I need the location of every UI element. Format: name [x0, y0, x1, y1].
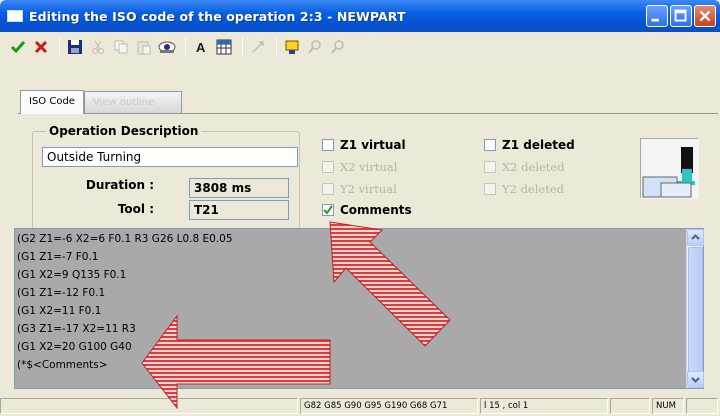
chevron-up-icon: [691, 234, 700, 240]
z1-virtual-checkbox[interactable]: Z1 virtual: [322, 138, 406, 152]
toolbar-separator: [276, 38, 277, 56]
table-icon[interactable]: [214, 36, 234, 58]
toolbar-separator: [59, 38, 60, 56]
comments-checkbox[interactable]: Comments: [322, 203, 412, 217]
duration-label: Duration :: [85, 178, 154, 192]
scroll-down-button[interactable]: [687, 371, 704, 388]
status-empty: [0, 398, 298, 414]
iso-code-editor[interactable]: (G2 Z1=-6 X2=6 F0.1 R3 G26 L0.8 E0.05 (G…: [14, 228, 704, 389]
code-line: (G1 X2=11 F0.1: [17, 305, 102, 317]
chevron-down-icon: [691, 377, 700, 383]
toolbar: A: [0, 32, 720, 62]
z1-deleted-checkbox[interactable]: Z1 deleted: [484, 138, 575, 152]
tab-view-outline[interactable]: View outline: [83, 91, 182, 113]
bulb-icon[interactable]: [282, 36, 302, 58]
toolbar-separator: [185, 38, 186, 56]
find-next-icon[interactable]: [328, 36, 348, 58]
turning-tool-icon: [640, 138, 699, 199]
editor-window: Editing the ISO code of the operation 2:…: [0, 0, 720, 416]
check-icon[interactable]: [8, 36, 28, 58]
status-blank-2: [686, 398, 718, 414]
copy-icon[interactable]: [111, 36, 131, 58]
status-bar: G82 G85 G90 G95 G190 G68 G71 l 15 , col …: [0, 396, 720, 416]
scroll-thumb[interactable]: [688, 247, 703, 373]
x2-deleted-box: [484, 161, 496, 173]
status-gcodes: G82 G85 G90 G95 G190 G68 G71: [300, 398, 478, 414]
y2-virtual-label: Y2 virtual: [340, 182, 397, 196]
tab-iso-code[interactable]: ISO Code: [20, 90, 84, 114]
window-title: Editing the ISO code of the operation 2:…: [29, 8, 406, 24]
checkmark-icon: [323, 205, 333, 215]
minimize-icon: [651, 18, 659, 22]
x2-virtual-label: X2 virtual: [340, 160, 398, 174]
maximize-icon: [674, 9, 687, 22]
toolbar-separator: [242, 38, 243, 56]
save-icon[interactable]: [65, 36, 85, 58]
scroll-up-button[interactable]: [687, 229, 704, 246]
code-line: (G1 Z1=-12 F0.1: [17, 287, 106, 299]
y2-virtual-box: [322, 183, 334, 195]
code-line: (G1 X2=20 G100 G40: [17, 341, 132, 353]
title-bar[interactable]: Editing the ISO code of the operation 2:…: [0, 0, 720, 32]
tool-field[interactable]: T21: [189, 200, 289, 220]
x2-deleted-label: X2 deleted: [502, 160, 565, 174]
code-line: (G1 X2=9 Q135 F0.1: [17, 269, 127, 281]
code-line: (*$<Comments>: [17, 359, 108, 371]
x2-deleted-checkbox: X2 deleted: [484, 160, 565, 174]
close-icon: [699, 10, 711, 22]
y2-virtual-checkbox: Y2 virtual: [322, 182, 397, 196]
close-button[interactable]: [694, 5, 716, 27]
x2-virtual-box: [322, 161, 334, 173]
cut-icon[interactable]: [88, 36, 108, 58]
comments-label: Comments: [340, 203, 412, 217]
y2-deleted-box: [484, 183, 496, 195]
description-field[interactable]: Outside Turning: [42, 147, 298, 167]
window-icon: [7, 10, 23, 22]
z1-deleted-label: Z1 deleted: [502, 138, 575, 152]
minimize-button[interactable]: [646, 5, 668, 27]
status-blank: [610, 398, 650, 414]
z1-virtual-box[interactable]: [322, 139, 334, 151]
status-num: NUM: [652, 398, 684, 414]
tab-strip: ISO Code View outline: [20, 90, 182, 114]
duration-field[interactable]: 3808 ms: [189, 178, 289, 198]
vertical-scrollbar[interactable]: [686, 229, 704, 388]
paste-icon[interactable]: [134, 36, 154, 58]
code-line: (G2 Z1=-6 X2=6 F0.1 R3 G26 L0.8 E0.05: [17, 233, 233, 245]
eye-icon[interactable]: [157, 36, 177, 58]
z1-deleted-box[interactable]: [484, 139, 496, 151]
z1-virtual-label: Z1 virtual: [340, 138, 406, 152]
x-icon[interactable]: [31, 36, 51, 58]
y2-deleted-label: Y2 deleted: [502, 182, 565, 196]
svg-text:A: A: [196, 40, 206, 55]
maximize-button[interactable]: [670, 5, 692, 27]
find-icon[interactable]: [305, 36, 325, 58]
operation-legend: Operation Description: [46, 124, 202, 138]
font-icon[interactable]: A: [191, 36, 211, 58]
x2-virtual-checkbox: X2 virtual: [322, 160, 397, 174]
status-position: l 15 , col 1: [480, 398, 608, 414]
y2-deleted-checkbox: Y2 deleted: [484, 182, 564, 196]
tool-label: Tool :: [117, 202, 154, 216]
code-line: (G1 Z1=-7 F0.1: [17, 251, 99, 263]
comments-box[interactable]: [322, 204, 334, 216]
code-line: (G3 Z1=-17 X2=11 R3: [17, 323, 136, 335]
tool-icon[interactable]: [248, 36, 268, 58]
